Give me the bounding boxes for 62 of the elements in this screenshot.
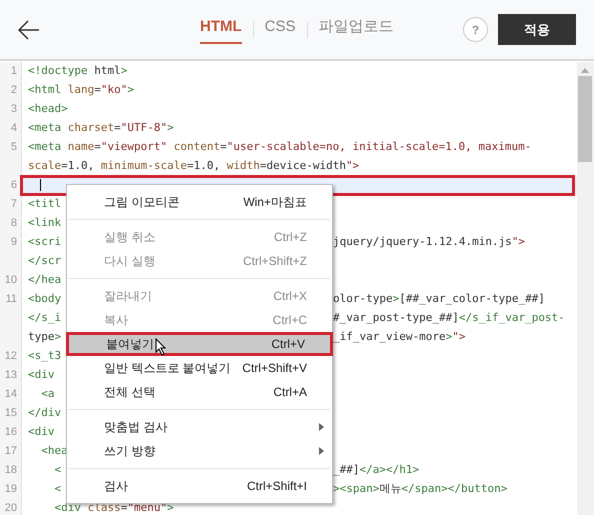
- code-line: type>: [28, 329, 62, 346]
- code-line: <!doctype html>: [28, 63, 128, 80]
- code-line: <: [54, 462, 62, 478]
- code-line: <head>: [28, 101, 68, 118]
- code-line: scale=1.0, minimum-scale=1.0, width=device-width">: [28, 158, 360, 174]
- line-number: 16: [4, 425, 17, 440]
- line-number: 20: [4, 501, 17, 515]
- code-line: ><span>메뉴</span></button>: [333, 481, 508, 498]
- line-number: 7: [10, 197, 17, 212]
- line-number: 12: [4, 349, 17, 364]
- code-line: </scr: [28, 253, 62, 270]
- menu-item[interactable]: 그림 이모티콘 Win+마침표: [67, 190, 332, 214]
- line-number: 19: [4, 482, 17, 498]
- code-line: <div: [28, 367, 54, 384]
- code-line: #_var_post-type_##]</s_if_var_post-: [333, 310, 565, 326]
- scroll-up-icon[interactable]: [581, 68, 589, 73]
- code-line: </s_i: [28, 310, 62, 326]
- code-line: <scri: [28, 234, 62, 250]
- code-line: <meta name="viewport" content="user-scalable=no, initial-scale=1.0, maximum-: [28, 139, 532, 156]
- menu-item[interactable]: 전체 선택 Ctrl+A: [67, 380, 332, 404]
- scroll-thumb[interactable]: [578, 76, 592, 162]
- code-line: <html lang="ko">: [28, 82, 134, 98]
- menu-item[interactable]: 일반 텍스트로 붙여넣기 Ctrl+Shift+V: [67, 356, 332, 380]
- menu-item[interactable]: 붙여넣기 Ctrl+V: [66, 332, 333, 356]
- menu-item[interactable]: 검사 Ctrl+Shift+I: [67, 474, 332, 498]
- line-number: 14: [4, 387, 17, 402]
- line-number: 3: [10, 102, 17, 118]
- line-number: 10: [4, 273, 17, 288]
- line-number: 6: [10, 178, 17, 194]
- code-line: _##]</a></h1>: [333, 462, 420, 478]
- text-cursor: [40, 179, 41, 191]
- line-number: 2: [10, 83, 17, 98]
- line-number: 13: [4, 368, 17, 384]
- line-number: 15: [4, 406, 17, 422]
- back-arrow-icon[interactable]: [18, 20, 40, 40]
- line-number: 4: [10, 121, 17, 136]
- menu-item[interactable]: 쓰기 방향: [67, 439, 332, 463]
- code-line: jquery/jquery-1.12.4.min.js">: [333, 234, 526, 250]
- line-number: 17: [4, 444, 17, 460]
- line-number: 11: [6, 292, 17, 308]
- code-line: <: [54, 481, 62, 498]
- code-line: </hea: [28, 272, 62, 288]
- tab[interactable]: HTML: [200, 16, 242, 44]
- code-line: <div: [28, 424, 54, 440]
- line-number: 1: [10, 64, 17, 80]
- code-line: _if_var_view-more>">: [333, 329, 466, 346]
- code-line: </div: [28, 405, 62, 422]
- code-line: <titl: [28, 196, 62, 212]
- menu-item[interactable]: 맞춤법 검사: [67, 415, 332, 439]
- code-line: <link: [28, 215, 62, 232]
- mouse-pointer-icon: [155, 338, 167, 356]
- code-line: <s_t3: [28, 348, 62, 364]
- line-number: 18: [4, 463, 17, 478]
- code-line: <a: [40, 386, 54, 402]
- apply-button[interactable]: 적용: [498, 14, 576, 45]
- code-line: olor-type>[##_var_color-type_##]: [333, 291, 545, 308]
- line-number: 5: [10, 140, 17, 156]
- line-number: 8: [10, 216, 17, 232]
- code-line: <body: [28, 291, 62, 308]
- code-line: <meta charset="UTF-8">: [28, 120, 174, 136]
- scrollbar[interactable]: [577, 62, 594, 515]
- line-number: 9: [10, 235, 17, 250]
